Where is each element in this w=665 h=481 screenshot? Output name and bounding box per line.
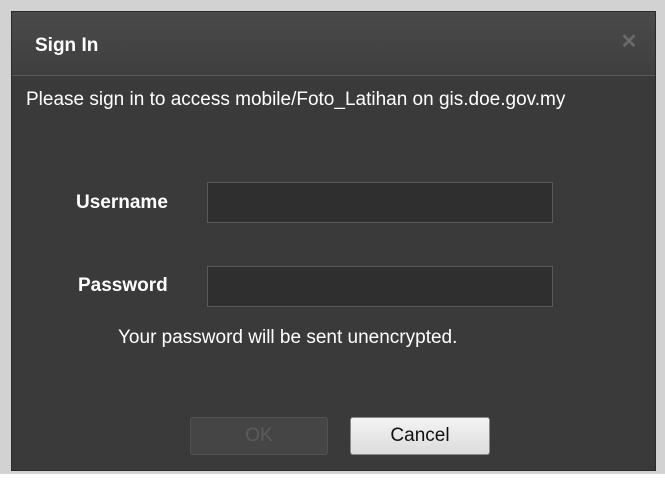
dialog-title: Sign In — [35, 35, 99, 56]
close-icon[interactable]: ✕ — [619, 31, 639, 53]
sign-in-message: Please sign in to access mobile/Foto_Lat… — [26, 89, 566, 110]
dialog-titlebar: Sign In ✕ — [12, 12, 655, 76]
password-label: Password — [78, 275, 168, 296]
ok-button[interactable]: OK — [190, 417, 328, 455]
password-input[interactable] — [207, 266, 553, 307]
unencrypted-warning: Your password will be sent unencrypted. — [118, 327, 458, 348]
username-label: Username — [76, 192, 168, 213]
dialog-overlay: Sign In ✕ Please sign in to access mobil… — [0, 0, 665, 474]
sign-in-dialog: Sign In ✕ Please sign in to access mobil… — [11, 11, 656, 471]
username-input[interactable] — [207, 182, 553, 223]
cancel-button[interactable]: Cancel — [350, 417, 490, 455]
